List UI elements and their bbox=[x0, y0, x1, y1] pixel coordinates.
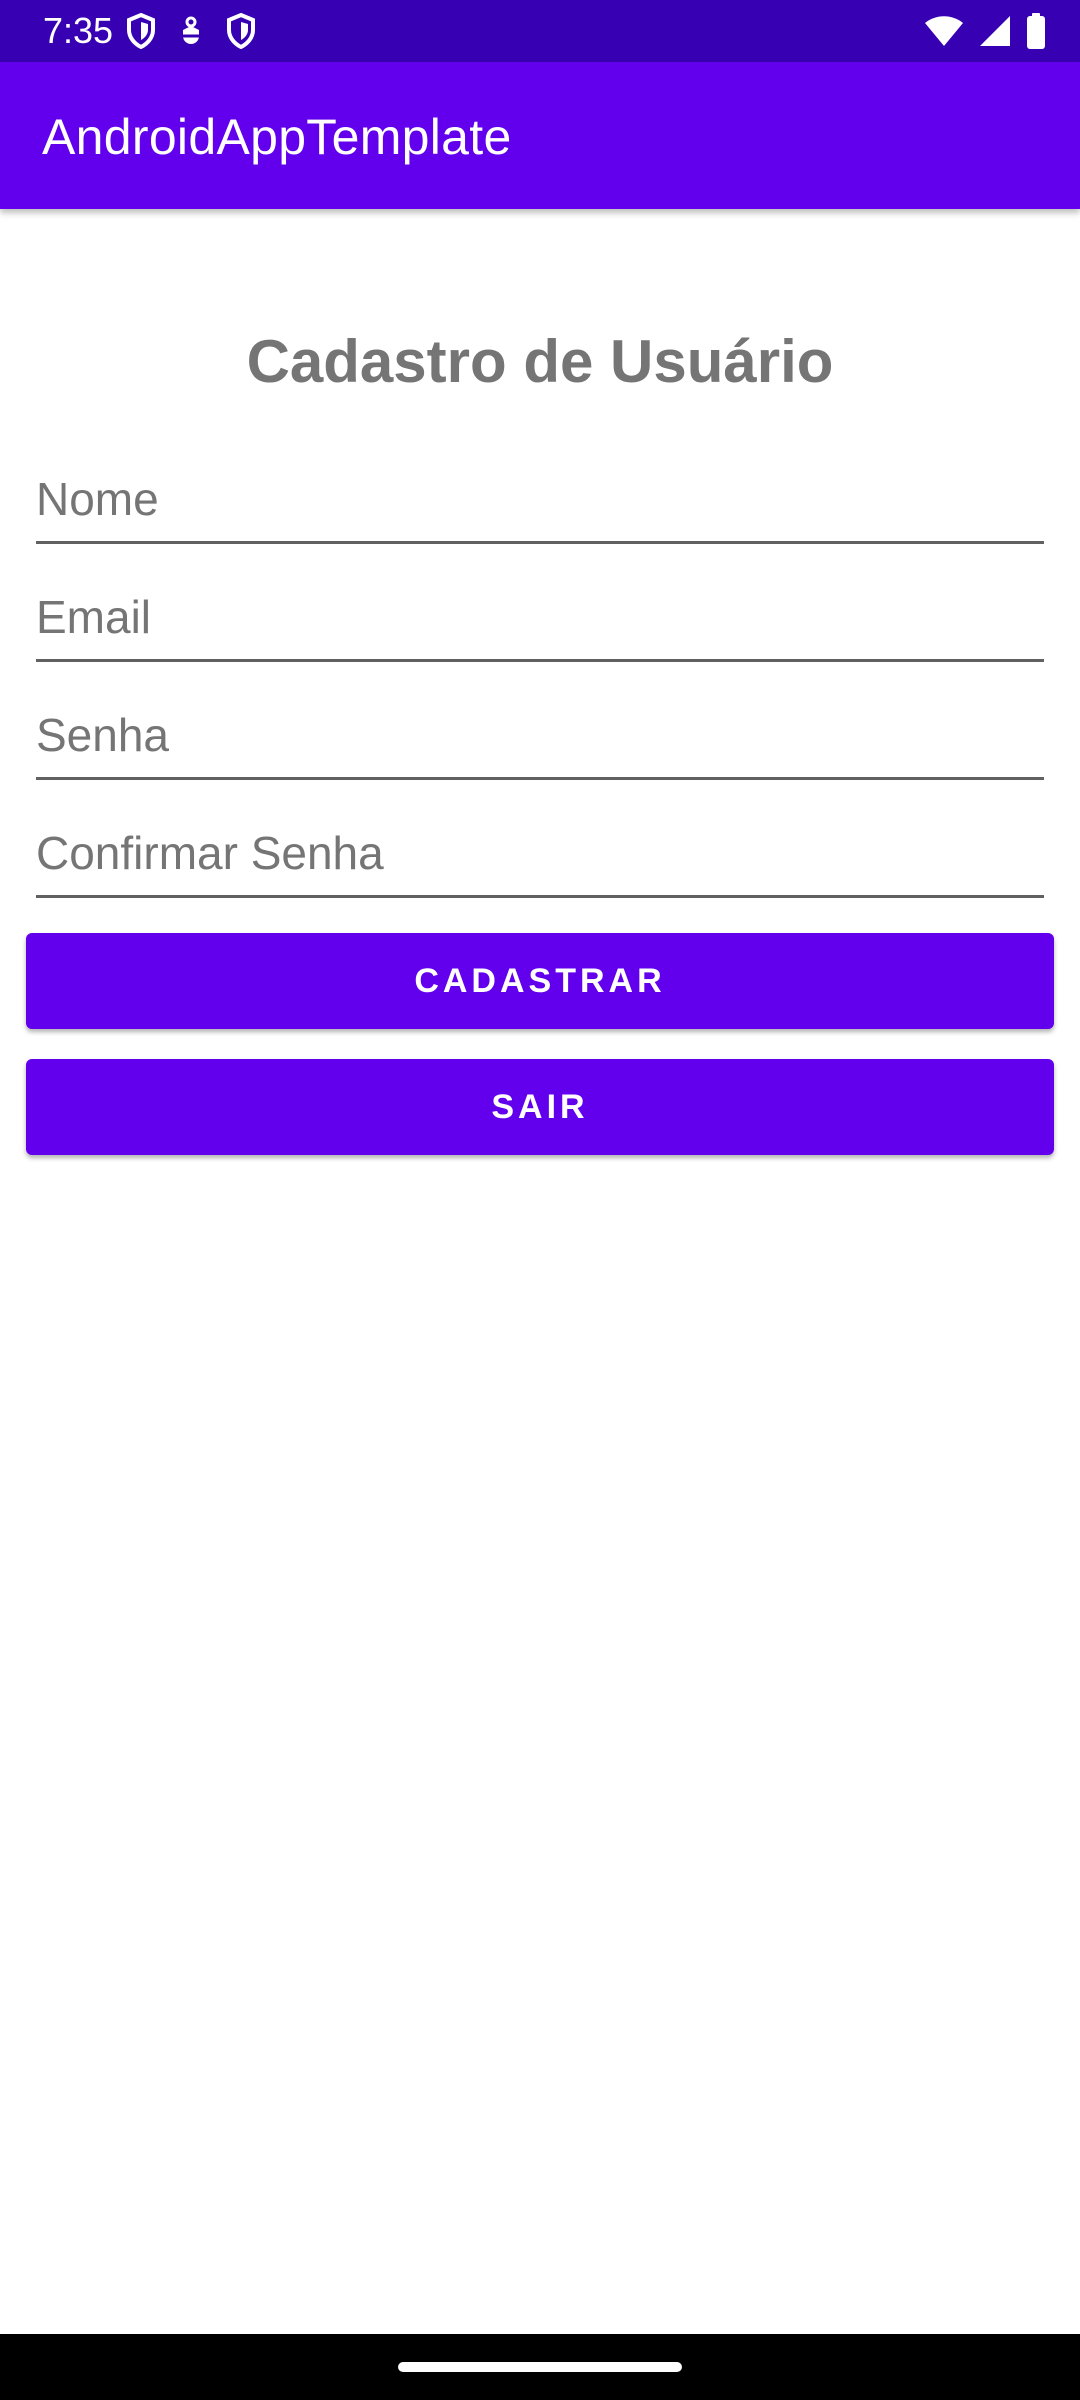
navigation-bar bbox=[0, 2334, 1080, 2400]
app-bar: AndroidAppTemplate bbox=[0, 62, 1080, 209]
status-bar: 7:35 bbox=[0, 0, 1080, 62]
app-title: AndroidAppTemplate bbox=[42, 109, 512, 165]
exit-button[interactable]: SAIR bbox=[26, 1059, 1054, 1155]
shield-icon bbox=[126, 13, 156, 49]
cellular-signal-icon bbox=[978, 14, 1012, 48]
screen: 7:35 AndroidAppTemplate Cadastro de Usuá… bbox=[0, 0, 1080, 2400]
email-field[interactable] bbox=[36, 574, 1044, 662]
status-time: 7:35 bbox=[43, 10, 114, 51]
system-icons bbox=[924, 13, 1046, 49]
notification-icons bbox=[126, 13, 256, 49]
home-gesture-handle[interactable] bbox=[398, 2362, 682, 2372]
shield-icon bbox=[226, 13, 256, 49]
confirm-password-field[interactable] bbox=[36, 810, 1044, 898]
password-field[interactable] bbox=[36, 692, 1044, 780]
page-title: Cadastro de Usuário bbox=[246, 328, 834, 395]
name-field[interactable] bbox=[36, 456, 1044, 544]
battery-icon bbox=[1026, 13, 1046, 49]
wifi-icon bbox=[924, 14, 964, 48]
register-button[interactable]: CADASTRAR bbox=[26, 933, 1054, 1029]
usb-debug-icon bbox=[178, 16, 204, 46]
